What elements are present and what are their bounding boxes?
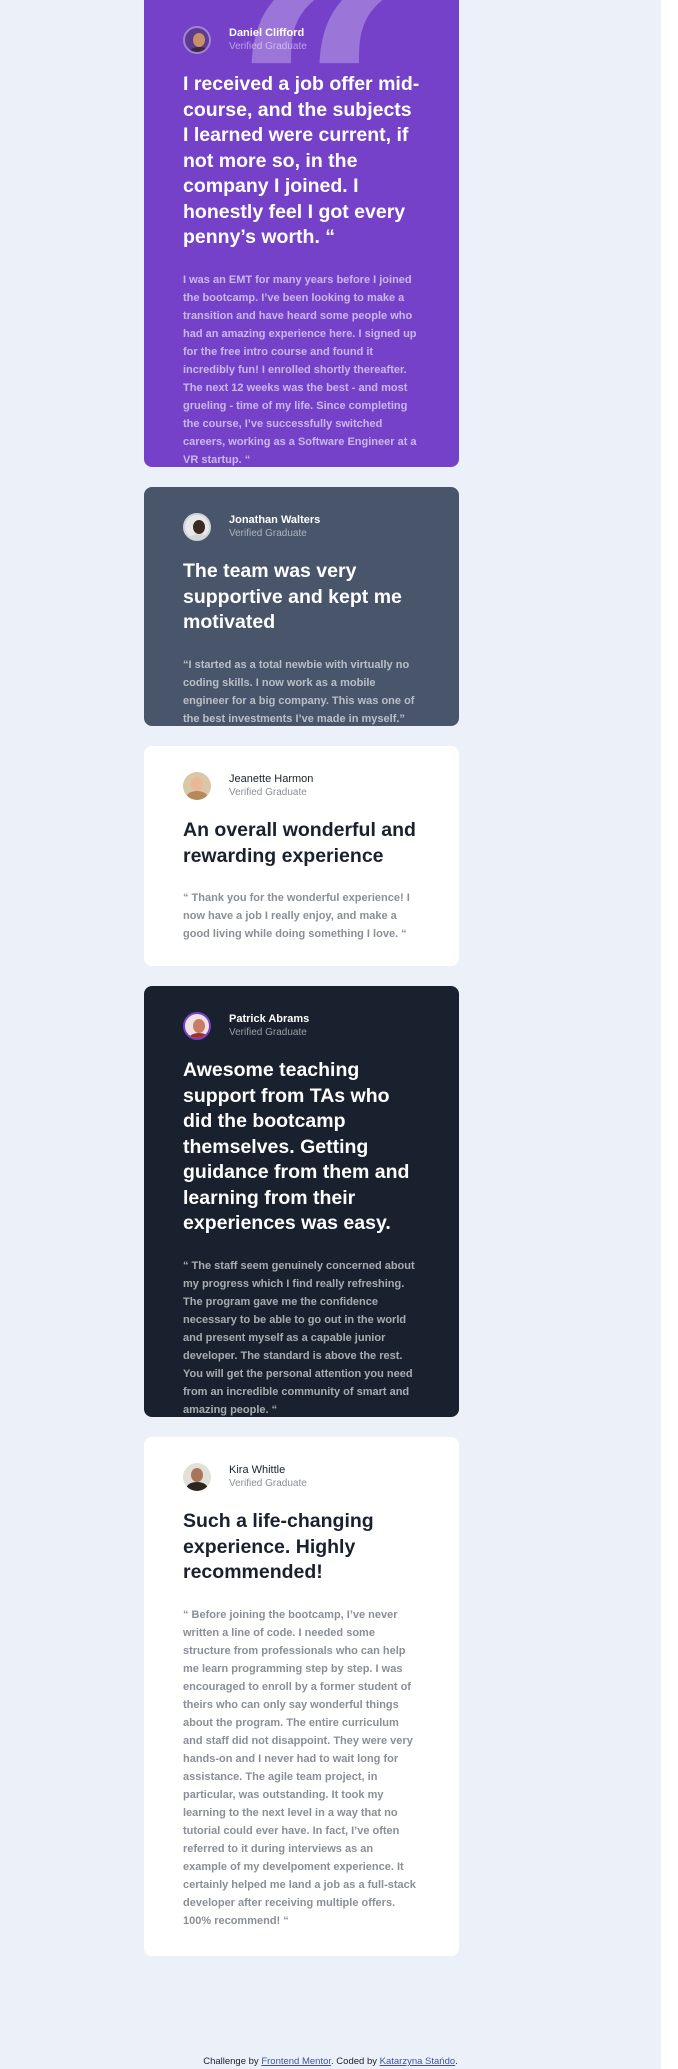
- testimonial-card-kira: Kira Whittle Verified Graduate Such a li…: [144, 1437, 459, 1956]
- page-background: “ Daniel Clifford Verified Graduate I re…: [0, 0, 661, 2069]
- footer-suffix: .: [455, 2056, 458, 2067]
- testimonial-headline: Such a life-changing experience. Highly …: [183, 1510, 374, 1583]
- author-name: Daniel Clifford: [229, 27, 305, 39]
- testimonial-body: “ Thank you for the wonderful experience…: [183, 892, 410, 940]
- testimonial-card-daniel: “ Daniel Clifford Verified Graduate I re…: [144, 0, 459, 467]
- author: Jonathan Walters Verified Graduate: [183, 511, 420, 543]
- author-name: Jeanette Harmon: [229, 773, 314, 785]
- testimonial-body: “ The staff seem genuinely concerned abo…: [183, 1259, 415, 1416]
- testimonial-headline: The team was very supportive and kept me…: [183, 560, 402, 633]
- avatar: [183, 513, 211, 541]
- author-role: Verified Graduate: [229, 787, 307, 798]
- testimonial-card-jonathan: Jonathan Walters Verified Graduate The t…: [144, 487, 459, 726]
- footer-prefix: Challenge by: [203, 2056, 262, 2067]
- avatar: [183, 1012, 211, 1040]
- author-role: Verified Graduate: [229, 1027, 307, 1038]
- author: Jeanette Harmon Verified Graduate: [183, 770, 420, 802]
- author-name: Jonathan Walters: [229, 514, 321, 526]
- author-name: Patrick Abrams: [229, 1013, 310, 1025]
- author-role: Verified Graduate: [229, 1478, 307, 1489]
- attribution-footer: Challenge by Frontend Mentor. Coded by K…: [0, 2056, 661, 2068]
- testimonial-body: “I started as a total newbie with virtua…: [183, 658, 415, 725]
- testimonial-headline: An overall wonderful and rewarding exper…: [183, 819, 416, 867]
- footer-middle: . Coded by: [331, 2056, 380, 2067]
- testimonial-card-patrick: Patrick Abrams Verified Graduate Awesome…: [144, 986, 459, 1417]
- author-role: Verified Graduate: [229, 528, 307, 539]
- author-link[interactable]: Katarzyna Stańdo: [380, 2056, 456, 2067]
- avatar: [183, 772, 211, 800]
- testimonial-body: I was an EMT for many years before I joi…: [183, 273, 417, 466]
- author: Kira Whittle Verified Graduate: [183, 1461, 420, 1493]
- testimonial-card-jeanette: Jeanette Harmon Verified Graduate An ove…: [144, 746, 459, 966]
- testimonial-body: “ Before joining the bootcamp, I’ve neve…: [183, 1608, 416, 1927]
- testimonial-headline: I received a job offer mid-course, and t…: [183, 73, 420, 248]
- avatar: [183, 1463, 211, 1491]
- frontend-mentor-link[interactable]: Frontend Mentor: [261, 2056, 331, 2067]
- testimonial-headline: Awesome teaching support from TAs who di…: [183, 1059, 410, 1234]
- author: Patrick Abrams Verified Graduate: [183, 1010, 420, 1042]
- author-name: Kira Whittle: [229, 1464, 286, 1476]
- author-role: Verified Graduate: [229, 41, 307, 52]
- avatar: [183, 26, 211, 54]
- author: Daniel Clifford Verified Graduate: [183, 24, 420, 56]
